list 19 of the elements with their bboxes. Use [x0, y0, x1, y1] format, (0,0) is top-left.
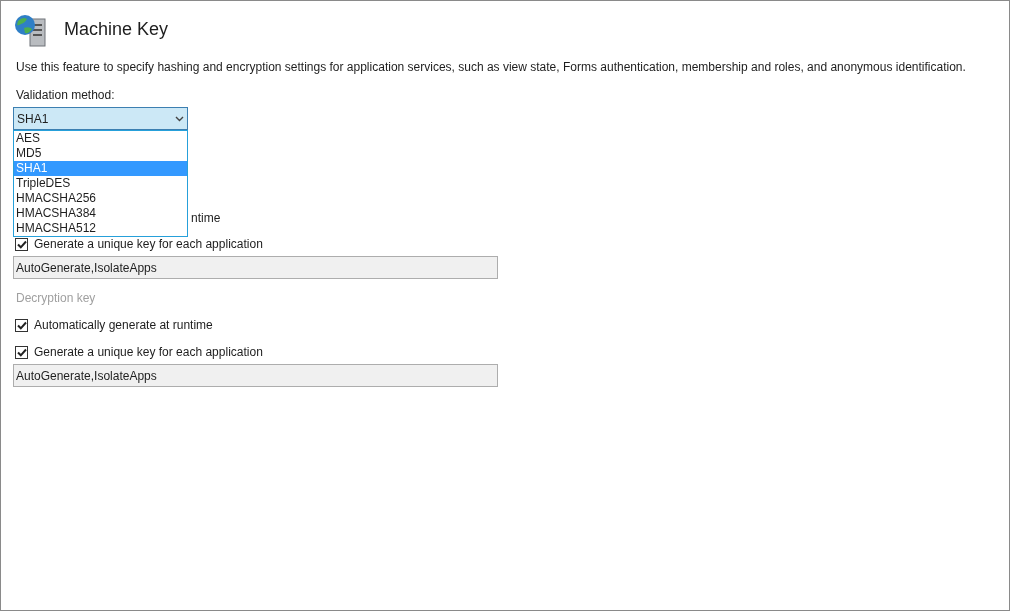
key-field[interactable]: AutoGenerate,IsolateApps — [13, 256, 498, 279]
dropdown-option[interactable]: AES — [14, 131, 187, 146]
description-text: Use this feature to specify hashing and encryption settings for application services, such as view state, Forms authentication, membership and roles, and anonymous identification. — [16, 59, 967, 75]
dropdown-option[interactable]: HMACSHA256 — [14, 191, 187, 206]
dropdown-option[interactable]: MD5 — [14, 146, 187, 161]
dropdown-option[interactable]: HMACSHA512 — [14, 221, 187, 236]
checkbox-label: ntime — [191, 211, 221, 225]
checkbox-label: Automatically generate at runtime — [34, 318, 213, 332]
checkbox-label: Generate a unique key for each application — [34, 345, 263, 359]
dropdown-option[interactable]: TripleDES — [14, 176, 187, 191]
decryption-key-label: Decryption key — [16, 290, 97, 306]
checkbox[interactable] — [15, 237, 28, 251]
page-title: Machine Key — [64, 19, 169, 40]
validation-method-dropdown[interactable]: SHA1 — [13, 107, 188, 130]
validation-method-label: Validation method: — [16, 87, 116, 103]
checkbox-label: Generate a unique key for each application — [34, 237, 263, 251]
chevron-icon — [175, 115, 184, 122]
dropdown-option[interactable]: HMACSHA384 — [14, 206, 187, 221]
server-globe-icon — [13, 12, 47, 47]
